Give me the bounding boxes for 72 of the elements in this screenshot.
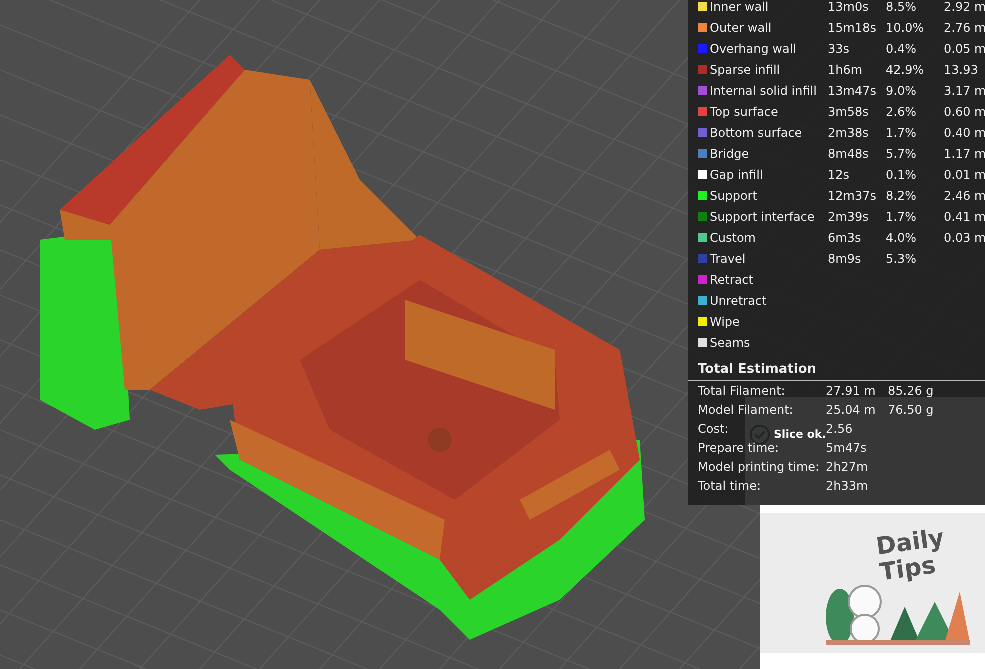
feature-time: 12s [828,168,850,182]
feature-percent: 0.1% [886,168,916,182]
feature-time: 1h6m [828,62,863,76]
feature-length: 0.01 m [944,168,985,182]
feature-length: 2.92 m [944,0,985,14]
section-title: Total Estimation [698,362,818,379]
feature-length: 0.03 m [944,230,985,244]
feature-time: 8m48s [828,146,869,160]
feature-time: 6m3s [828,230,862,244]
feature-percent: 5.3% [886,252,916,266]
feature-length: 0.40 m [944,126,985,140]
feature-length: 2.76 m [944,20,985,34]
estimate-value: 2h27m [826,460,868,474]
estimate-label: Total time: [698,478,761,492]
feature-time: 33s [828,42,850,56]
feature-name: Inner wall [710,0,769,14]
feature-name: Travel [710,252,746,266]
feature-time: 2m38s [828,126,869,140]
feature-time: 3m58s [828,104,869,118]
feature-name: Gap infill [710,168,764,182]
feature-time: 12m37s [828,188,876,202]
notification-message: Slice ok. [774,428,826,441]
feature-name: Bottom surface [710,126,802,140]
feature-name: Seams [710,336,750,350]
feature-name: Bridge [710,146,750,160]
estimate-label: Model Filament: [698,402,794,416]
feature-percent: 2.6% [886,104,916,118]
feature-time: 15m18s [828,20,876,34]
feature-percent: 8.2% [886,188,916,202]
feature-percent: 0.4% [886,42,916,56]
feature-percent: 9.0% [886,84,916,98]
feature-name: Retract [710,272,754,286]
feature-time: 13m0s [828,0,869,14]
feature-length: 0.41 m [944,210,985,224]
estimate-label: Prepare time: [698,440,780,454]
estimate-value: 5m47s [826,440,867,454]
feature-percent: 1.7% [886,210,916,224]
feature-name: Top surface [710,104,778,118]
feature-length: 0.60 m [944,104,985,118]
feature-percent: 42.9% [886,62,924,76]
estimate-label: Total Filament: [698,384,786,398]
feature-length: 0.05 m [944,42,985,56]
estimate-label: Model printing time: [698,460,820,474]
feature-time: 13m47s [828,84,876,98]
feature-time: 2m39s [828,210,869,224]
feature-name: Overhang wall [710,42,796,56]
estimate-value: 2h33m [826,478,868,492]
feature-percent: 8.5% [886,0,916,14]
feature-name: Custom [710,230,756,244]
feature-name: Internal solid infill [710,84,817,98]
feature-time: 8m9s [828,252,862,266]
feature-percent: 1.7% [886,126,916,140]
estimate-value: 27.91 m [826,384,876,398]
feature-length: 13.93 [944,62,978,76]
estimate-label: Cost: [698,422,729,436]
feature-name: Support [710,188,758,202]
estimate-value: 2.56 [826,422,853,436]
feature-name: Support interface [710,210,815,224]
feature-length: 1.17 m [944,146,985,160]
feature-percent: 10.0% [886,20,924,34]
feature-percent: 4.0% [886,230,916,244]
estimate-value: 25.04 m [826,402,876,416]
tips-title: Daily Tips [874,524,947,586]
estimate-weight: 85.26 g [888,384,934,398]
feature-length: 2.46 m [944,188,985,202]
estimate-weight: 76.50 g [888,402,934,416]
feature-name: Sparse infill [710,62,780,76]
feature-name: Unretract [710,294,767,308]
feature-length: 3.17 m [944,84,985,98]
feature-percent: 5.7% [886,146,916,160]
feature-name: Wipe [710,314,740,328]
feature-name: Outer wall [710,20,772,34]
